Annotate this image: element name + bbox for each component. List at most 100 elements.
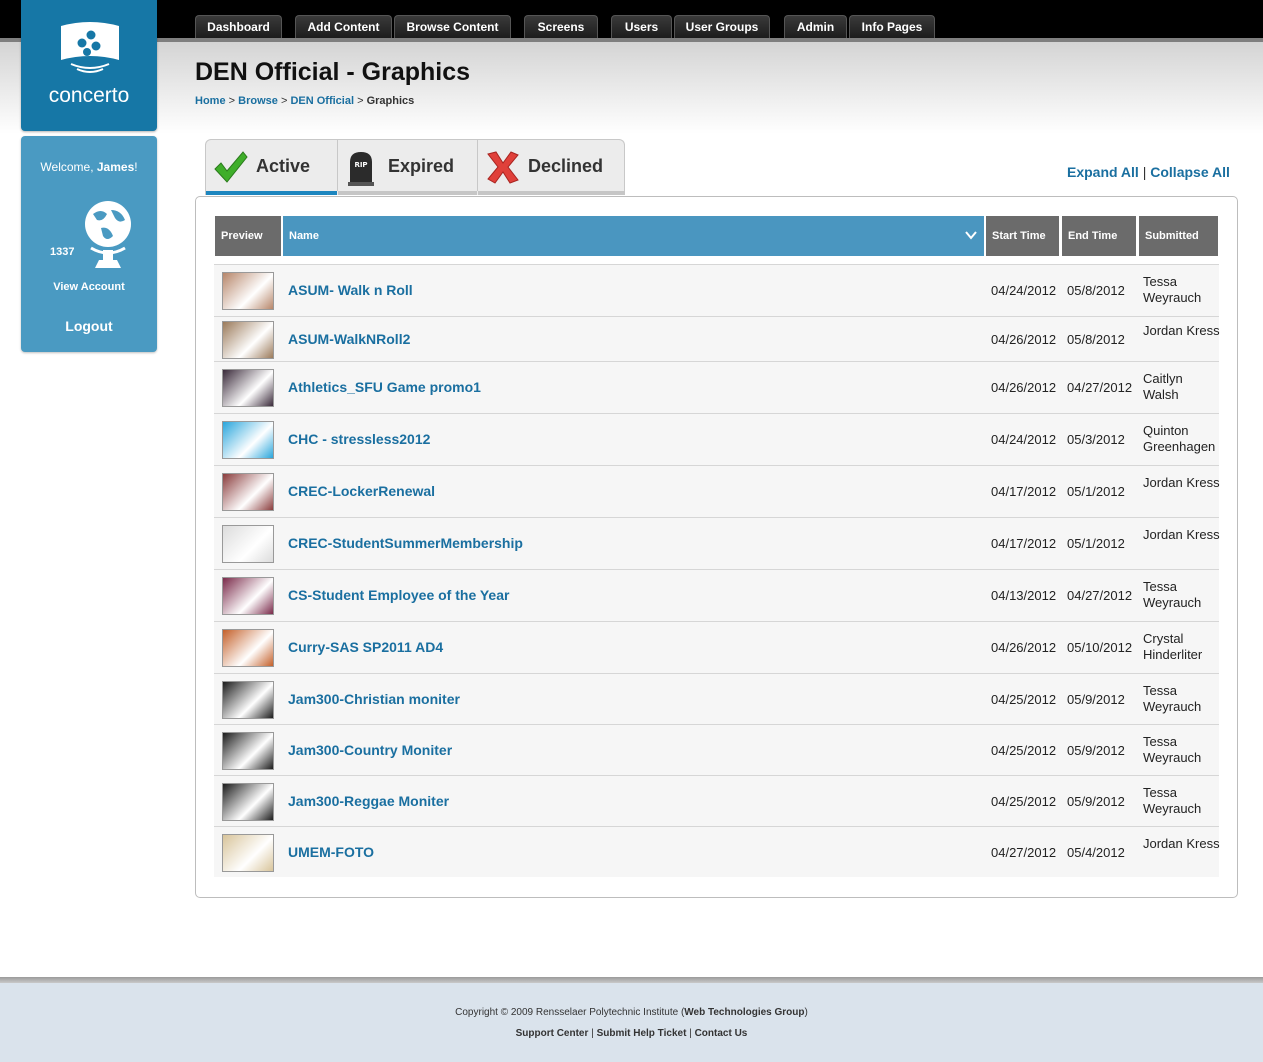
preview-thumbnail[interactable] bbox=[222, 473, 274, 511]
expand-all-link[interactable]: Expand All bbox=[1067, 164, 1139, 180]
copyright-text: Copyright © 2009 Rensselaer Polytechnic … bbox=[0, 1007, 1263, 1018]
end-time-cell: 05/8/2012 bbox=[1067, 331, 1125, 347]
copyright-group[interactable]: Web Technologies Group bbox=[684, 1007, 804, 1018]
expand-collapse-separator: | bbox=[1142, 164, 1147, 180]
preview-thumbnail[interactable] bbox=[222, 680, 274, 719]
contact-us-link[interactable]: Contact Us bbox=[695, 1028, 748, 1039]
concerto-logo[interactable]: concerto bbox=[21, 0, 157, 131]
logout-link[interactable]: Logout bbox=[21, 318, 157, 334]
content-name-link[interactable]: ASUM-WalkNRoll2 bbox=[288, 331, 410, 347]
content-name-link[interactable]: Jam300-Country Moniter bbox=[288, 742, 452, 758]
submitted-by-cell: Tessa Weyrauch bbox=[1143, 274, 1202, 305]
nav-tab-screens[interactable]: Screens bbox=[524, 15, 598, 38]
breadcrumb-home[interactable]: Home bbox=[195, 95, 226, 107]
table-row[interactable]: ASUM- Walk n Roll 04/24/2012 05/8/2012 Tess… bbox=[214, 264, 1219, 316]
table-row[interactable]: Jam300-Reggae Moniter 04/25/2012 05/9/2012… bbox=[214, 775, 1219, 826]
footer-link-separator: | bbox=[591, 1028, 594, 1039]
table-row[interactable]: ASUM-WalkNRoll2 04/26/2012 05/8/2012 Jordan… bbox=[214, 316, 1220, 361]
preview-thumbnail[interactable] bbox=[222, 421, 274, 459]
tab-expired[interactable]: RIP Expired bbox=[338, 140, 477, 195]
column-header-name-label: Name bbox=[289, 230, 319, 242]
nav-tab-users[interactable]: Users bbox=[611, 15, 672, 38]
table-row[interactable]: CREC-LockerRenewal 04/17/2012 05/1/2012 Jor… bbox=[214, 465, 1220, 517]
svg-text:RIP: RIP bbox=[354, 161, 367, 169]
preview-thumbnail[interactable] bbox=[222, 320, 274, 359]
start-time-cell: 04/26/2012 bbox=[991, 331, 1057, 347]
start-time-cell: 04/17/2012 bbox=[991, 536, 1057, 551]
column-header-name[interactable]: Name bbox=[283, 216, 984, 256]
table-row[interactable]: CHC - stressless2012 04/24/2012 05/3/2012 Q… bbox=[214, 413, 1219, 465]
preview-thumbnail[interactable] bbox=[222, 369, 274, 407]
end-time-cell: 05/4/2012 bbox=[1067, 844, 1125, 860]
content-name-link[interactable]: CREC-LockerRenewal bbox=[288, 483, 435, 499]
nav-tab-user-groups[interactable]: User Groups bbox=[674, 15, 770, 38]
table-row[interactable]: CREC-StudentSummerMembership 04/17/2012 05… bbox=[214, 517, 1220, 569]
support-center-link[interactable]: Support Center bbox=[516, 1028, 589, 1039]
preview-thumbnail[interactable] bbox=[222, 272, 274, 310]
table-row[interactable]: Curry-SAS SP2011 AD4 04/26/2012 05/10/2012… bbox=[214, 621, 1219, 673]
preview-thumbnail[interactable] bbox=[222, 731, 274, 770]
submit-help-ticket-link[interactable]: Submit Help Ticket bbox=[597, 1028, 687, 1039]
nav-tab-browse-content[interactable]: Browse Content bbox=[394, 15, 511, 38]
table-row[interactable]: Jam300-Country Moniter 04/25/2012 05/9/201… bbox=[214, 724, 1219, 775]
content-name-link[interactable]: Athletics_SFU Game promo1 bbox=[288, 379, 481, 395]
tab-declined[interactable]: Declined bbox=[478, 140, 625, 195]
content-name-link[interactable]: CS-Student Employee of the Year bbox=[288, 587, 509, 603]
start-time-cell: 04/13/2012 bbox=[991, 588, 1057, 603]
start-time-cell: 04/25/2012 bbox=[991, 742, 1057, 758]
start-time-cell: 04/24/2012 bbox=[991, 432, 1057, 447]
footer: Copyright © 2009 Rensselaer Polytechnic … bbox=[0, 983, 1263, 1062]
submitted-by-cell: Tessa Weyrauch bbox=[1143, 733, 1202, 765]
start-time-cell: 04/26/2012 bbox=[991, 640, 1057, 655]
column-header-start-time[interactable]: Start Time bbox=[986, 216, 1059, 256]
content-name-link[interactable]: UMEM-FOTO bbox=[288, 844, 374, 860]
content-name-link[interactable]: Jam300-Reggae Moniter bbox=[288, 793, 449, 809]
column-header-end-time[interactable]: End Time bbox=[1062, 216, 1136, 256]
welcome-message: Welcome, James! bbox=[21, 160, 157, 174]
page-title: DEN Official - Graphics bbox=[195, 58, 471, 86]
nav-tab-dashboard[interactable]: Dashboard bbox=[195, 15, 282, 38]
content-name-link[interactable]: CHC - stressless2012 bbox=[288, 431, 430, 447]
copyright-suffix: ) bbox=[804, 1007, 808, 1018]
tab-active[interactable]: Active bbox=[206, 140, 337, 195]
preview-thumbnail[interactable] bbox=[222, 833, 274, 872]
points-count: 1337 bbox=[50, 246, 75, 258]
breadcrumb-browse[interactable]: Browse bbox=[238, 95, 278, 107]
nav-tab-add-content[interactable]: Add Content bbox=[295, 15, 392, 38]
end-time-cell: 05/9/2012 bbox=[1067, 742, 1125, 758]
table-row[interactable]: CS-Student Employee of the Year 04/13/201… bbox=[214, 569, 1219, 621]
nav-tab-info-pages[interactable]: Info Pages bbox=[849, 15, 935, 38]
content-name-link[interactable]: CREC-StudentSummerMembership bbox=[288, 535, 523, 551]
preview-thumbnail[interactable] bbox=[222, 629, 274, 667]
table-row[interactable]: Athletics_SFU Game promo1 04/26/2012 04/27… bbox=[214, 361, 1219, 413]
nav-tab-admin[interactable]: Admin bbox=[784, 15, 847, 38]
checkmark-icon bbox=[214, 151, 248, 183]
chevron-down-icon bbox=[965, 231, 977, 240]
table-row[interactable]: UMEM-FOTO 04/27/2012 05/4/2012 Jordan Kress bbox=[214, 826, 1220, 877]
column-header-submitted[interactable]: Submitted bbox=[1139, 216, 1218, 256]
content-name-link[interactable]: ASUM- Walk n Roll bbox=[288, 282, 413, 298]
preview-thumbnail[interactable] bbox=[222, 782, 274, 821]
start-time-cell: 04/26/2012 bbox=[991, 380, 1057, 395]
submitted-by-cell: Jordan Kress bbox=[1143, 527, 1220, 542]
content-name-link[interactable]: Jam300-Christian moniter bbox=[288, 691, 460, 707]
table-row[interactable]: Jam300-Christian moniter 04/25/2012 05/9/2… bbox=[214, 673, 1219, 724]
end-time-cell: 05/9/2012 bbox=[1067, 691, 1125, 707]
submitted-by-cell: Caitlyn Walsh bbox=[1143, 371, 1183, 402]
tab-active-label: Active bbox=[256, 156, 311, 176]
end-time-cell: 04/27/2012 bbox=[1067, 380, 1133, 395]
end-time-cell: 05/10/2012 bbox=[1067, 640, 1133, 655]
preview-thumbnail[interactable] bbox=[222, 525, 274, 563]
start-time-cell: 04/25/2012 bbox=[991, 691, 1057, 707]
tombstone-icon: RIP bbox=[348, 152, 374, 186]
preview-thumbnail[interactable] bbox=[222, 577, 274, 615]
view-account-link[interactable]: View Account bbox=[21, 281, 157, 293]
collapse-all-link[interactable]: Collapse All bbox=[1150, 164, 1230, 180]
start-time-cell: 04/24/2012 bbox=[991, 283, 1057, 298]
concerto-logo-icon bbox=[61, 22, 119, 73]
content-table-body: ASUM- Walk n Roll 04/24/2012 05/8/2012 Tess… bbox=[214, 264, 1220, 877]
column-header-preview[interactable]: Preview bbox=[215, 216, 281, 256]
breadcrumb-den-official[interactable]: DEN Official bbox=[290, 95, 354, 107]
content-name-link[interactable]: Curry-SAS SP2011 AD4 bbox=[288, 639, 443, 655]
footer-links: Support Center | Submit Help Ticket | Co… bbox=[0, 1028, 1263, 1039]
